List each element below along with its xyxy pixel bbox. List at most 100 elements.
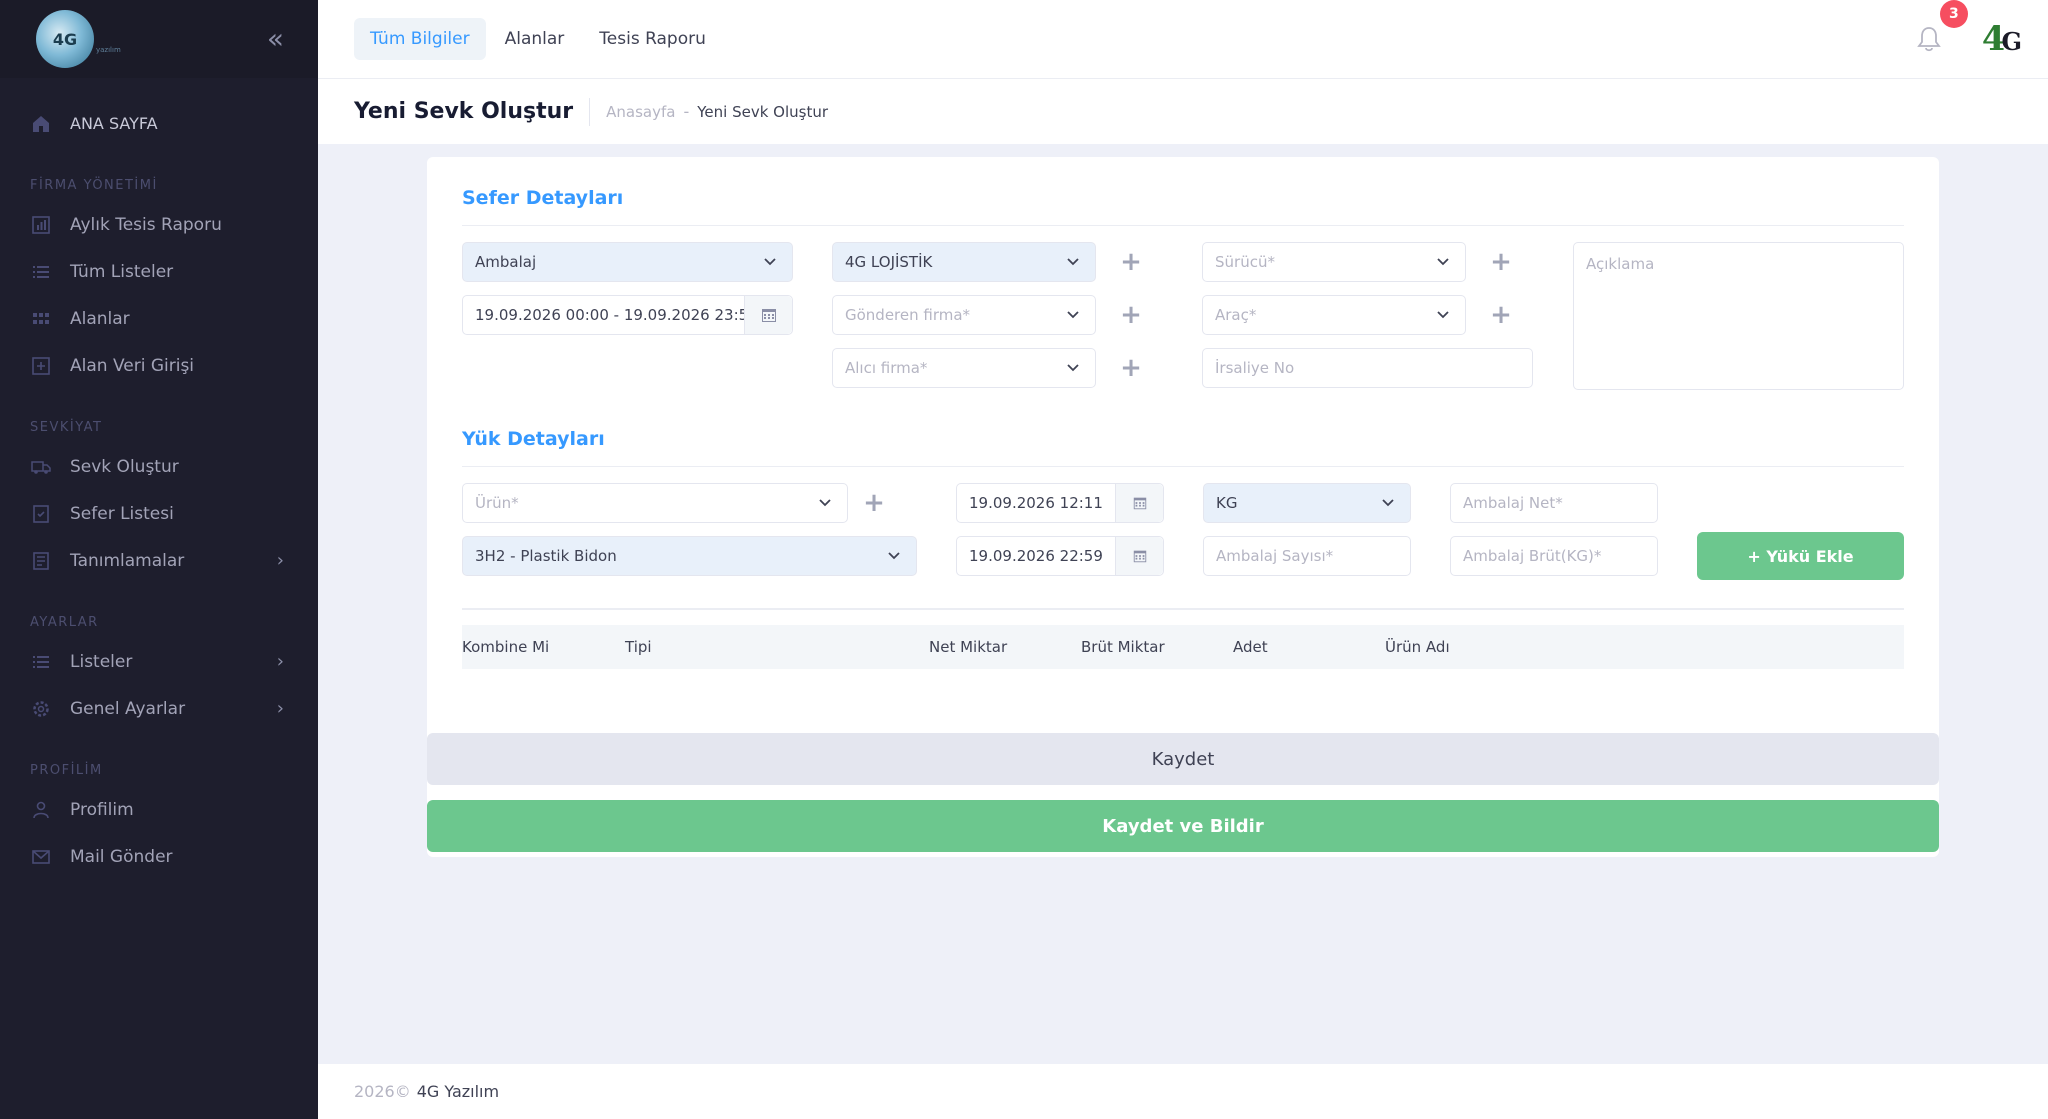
footer-company-link[interactable]: 4G Yazılım [417,1082,499,1101]
receiver-company-placeholder: Alıcı firma* [845,359,928,377]
package-net-input[interactable]: Ambalaj Net* [1450,483,1658,523]
chevron-down-icon [1067,364,1079,372]
footer: 2026© 4G Yazılım [318,1064,2048,1119]
column-header-net[interactable]: Net Miktar [929,638,1007,656]
chevron-down-icon [1437,258,1449,266]
sidebar-item-label: Tüm Listeler [70,261,174,282]
logistics-company-select[interactable]: 4G LOJİSTİK [832,242,1096,282]
load-date-end-input[interactable]: 19.09.2026 22:59 [956,536,1164,576]
sidebar-item-create-shipment[interactable]: Sevk Oluştur [0,443,318,490]
notification-badge: 3 [1939,0,1968,28]
package-count-placeholder: Ambalaj Sayısı* [1216,547,1334,565]
column-header-type[interactable]: Tipi [625,638,652,656]
logo-text: 4G [52,29,78,49]
sidebar-item-label: Alanlar [70,308,130,329]
sidebar-item-monthly-report[interactable]: Aylık Tesis Raporu [0,201,318,248]
sidebar-item-areas[interactable]: Alanlar [0,295,318,342]
brand-logo-text: 4 [1981,19,2006,59]
shipment-type-value: Ambalaj [475,253,537,271]
breadcrumb-home[interactable]: Anasayfa [606,103,675,121]
add-company-button[interactable]: + [1116,247,1146,277]
divider [462,225,1904,226]
shipment-type-select[interactable]: Ambalaj [462,242,793,282]
chevron-down-icon [1067,258,1079,266]
chevron-down-icon [1437,311,1449,319]
waybill-number-input[interactable]: İrsaliye No [1202,348,1533,388]
mail-icon [30,846,52,868]
add-product-button[interactable]: + [859,488,889,518]
column-header-combined[interactable]: Kombine Mi [462,638,549,656]
add-load-button[interactable]: + Yükü Ekle [1697,532,1904,580]
sidebar-item-area-data-entry[interactable]: Alan Veri Girişi [0,342,318,389]
tab-all-info[interactable]: Tüm Bilgiler [354,18,486,60]
package-gross-input[interactable]: Ambalaj Brüt(KG)* [1450,536,1658,576]
logo[interactable]: 4G yazılım [36,10,121,68]
package-gross-placeholder: Ambalaj Brüt(KG)* [1463,547,1602,565]
package-count-input[interactable]: Ambalaj Sayısı* [1203,536,1411,576]
save-and-notify-button[interactable]: Kaydet ve Bildir [427,800,1939,852]
add-receiver-button[interactable]: + [1116,353,1146,383]
column-header-product-name[interactable]: Ürün Adı [1385,638,1450,656]
unit-select[interactable]: KG [1203,483,1411,523]
add-sender-button[interactable]: + [1116,300,1146,330]
chevron-down-icon [764,258,776,266]
receiver-company-select[interactable]: Alıcı firma* [832,348,1096,388]
notification-bell-icon[interactable]: 3 [1914,0,1968,54]
driver-select[interactable]: Sürücü* [1202,242,1466,282]
description-textarea[interactable]: Açıklama [1573,242,1904,390]
chevron-down-icon [888,552,900,560]
chart-icon [30,214,52,236]
collapse-sidebar-icon[interactable]: « [267,25,284,53]
sidebar-section-title: SEVKİYAT [30,420,103,435]
truck-icon [30,456,52,478]
tab-facility-report[interactable]: Tesis Raporu [583,18,722,60]
header-actions: 3 4G [1914,0,2022,78]
unit-value: KG [1216,494,1238,512]
sidebar-section-title: AYARLAR [30,615,99,630]
add-driver-button[interactable]: + [1486,247,1516,277]
subheader: Yeni Sevk Oluştur Anasayfa - Yeni Sevk O… [318,78,2048,144]
brand-logo-subtext: G [2001,27,2022,56]
page-title: Yeni Sevk Oluştur [354,97,591,126]
brand-logo[interactable]: 4G [1981,19,2022,59]
waybill-placeholder: İrsaliye No [1215,359,1295,377]
loads-table-header: Kombine Mi Tipi Net Miktar Brüt Miktar A… [462,625,1904,669]
chevron-down-icon [1067,311,1079,319]
sidebar-item-definitions[interactable]: Tanımlamalar › [0,537,318,584]
date-range-input[interactable]: 19.09.2026 00:00 - 19.09.2026 23:59 [462,295,793,335]
save-button[interactable]: Kaydet [427,733,1939,785]
add-vehicle-button[interactable]: + [1486,300,1516,330]
product-placeholder: Ürün* [475,494,519,512]
sidebar-item-send-mail[interactable]: Mail Gönder [0,833,318,880]
footer-year: 2026© [354,1082,411,1101]
calendar-icon[interactable] [1115,484,1163,522]
description-placeholder: Açıklama [1586,255,1655,273]
trip-details-title: Sefer Detayları [462,187,624,209]
plus-square-icon [30,355,52,377]
sidebar-item-label: ANA SAYFA [70,114,158,133]
sender-company-select[interactable]: Gönderen firma* [832,295,1096,335]
sidebar-item-lists[interactable]: Listeler › [0,638,318,685]
sidebar-item-profile[interactable]: Profilim [0,786,318,833]
product-select[interactable]: Ürün* [462,483,848,523]
sidebar-item-general-settings[interactable]: Genel Ayarlar › [0,685,318,732]
sidebar-item-all-lists[interactable]: Tüm Listeler [0,248,318,295]
calendar-icon[interactable] [744,296,792,334]
chevron-right-icon: › [276,651,284,672]
column-header-count[interactable]: Adet [1233,638,1268,656]
gear-icon [30,698,52,720]
logistics-company-value: 4G LOJİSTİK [845,253,933,271]
sidebar-item-trip-list[interactable]: Sefer Listesi [0,490,318,537]
sidebar-menu: ANA SAYFA FİRMA YÖNETİMİ Aylık Tesis Rap… [0,78,318,880]
tab-areas[interactable]: Alanlar [489,18,581,60]
packaging-type-select[interactable]: 3H2 - Plastik Bidon [462,536,917,576]
calendar-icon[interactable] [1115,537,1163,575]
sidebar-item-label: Alan Veri Girişi [70,355,195,376]
vehicle-select[interactable]: Araç* [1202,295,1466,335]
date-range-value: 19.09.2026 00:00 - 19.09.2026 23:59 [475,306,758,324]
load-date-start-input[interactable]: 19.09.2026 12:11 [956,483,1164,523]
column-header-gross[interactable]: Brüt Miktar [1081,638,1165,656]
user-icon [30,799,52,821]
sender-company-placeholder: Gönderen firma* [845,306,971,324]
sidebar-item-home[interactable]: ANA SAYFA [0,100,318,147]
